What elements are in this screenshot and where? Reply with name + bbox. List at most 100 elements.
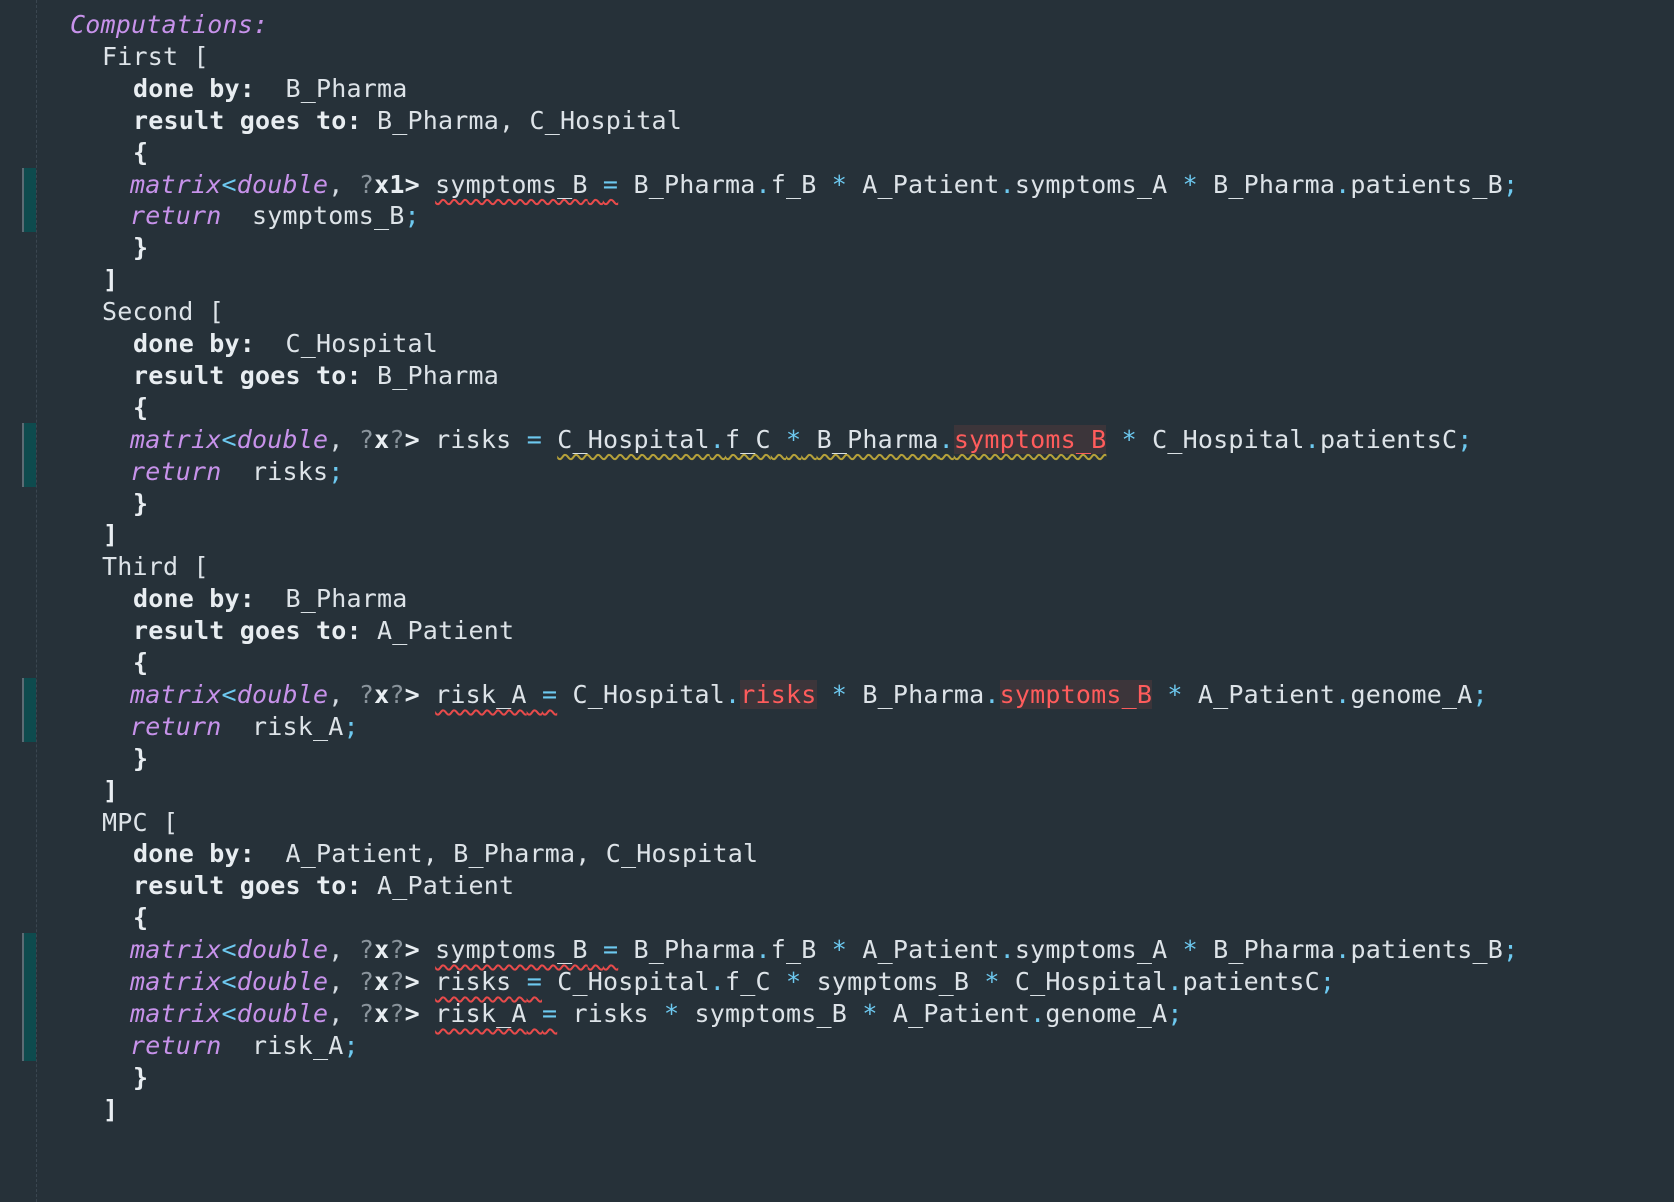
return-line[interactable]: return risk_A;: [130, 1029, 359, 1063]
punct-token: ?: [389, 967, 405, 996]
statement-line[interactable]: matrix<double, ?x?> risk_A = C_Hospital.…: [130, 678, 1488, 712]
done-by-label: done by:: [133, 329, 256, 358]
operator: .: [1030, 998, 1046, 1028]
block-header[interactable]: MPC [: [102, 806, 178, 840]
done-by-line[interactable]: done by: B_Pharma: [133, 582, 408, 616]
punct-token: ,: [328, 424, 344, 454]
operator: *: [664, 998, 680, 1028]
code-editor[interactable]: Computations: First [done by: B_Pharma res…: [0, 0, 1674, 1202]
operator: .: [1335, 679, 1351, 709]
open-brace-line[interactable]: {: [133, 901, 148, 935]
operator: =: [526, 967, 542, 996]
statement-line[interactable]: matrix<double, ?x?> risks = C_Hospital.f…: [130, 965, 1335, 999]
close-bracket-line[interactable]: ]: [103, 263, 118, 297]
block-name: Second [: [102, 297, 225, 327]
section-header[interactable]: Computations:: [70, 8, 268, 42]
return-line[interactable]: return risk_A;: [130, 710, 359, 744]
punct-token: [969, 967, 984, 996]
punct-token: ?: [358, 967, 375, 996]
punct-token: ?: [358, 935, 375, 965]
statement-line[interactable]: matrix<double, ?x?> risk_A = risks * sym…: [130, 997, 1183, 1031]
done-by-line[interactable]: done by: B_Pharma: [133, 72, 408, 106]
punct-token: [344, 680, 359, 709]
statement-line[interactable]: matrix<double, ?x1> symptoms_B = B_Pharm…: [130, 168, 1518, 202]
identifier: symptoms_B: [435, 935, 588, 965]
block-header[interactable]: Second [: [102, 295, 224, 329]
open-brace: {: [133, 903, 149, 933]
type-keyword: double: [236, 998, 329, 1028]
identifier: risk_A: [435, 679, 527, 709]
punct-token: [801, 967, 816, 996]
punct-token: [420, 170, 435, 199]
result-goes-to-value: B_Pharma: [361, 360, 500, 390]
punct-token: ?: [389, 935, 405, 965]
statement-line[interactable]: matrix<double, ?x?> symptoms_B = B_Pharm…: [130, 933, 1518, 967]
operator: .: [984, 679, 1000, 709]
punct-token: [344, 999, 359, 1028]
punct-token: ?: [389, 679, 405, 709]
result-goes-to-line[interactable]: result goes to: B_Pharma, C_Hospital: [133, 104, 682, 138]
block-header[interactable]: First [: [102, 40, 209, 74]
return-line[interactable]: return symptoms_B;: [130, 199, 420, 233]
done-by-line[interactable]: done by: C_Hospital: [133, 327, 438, 361]
operator: =: [526, 424, 542, 454]
open-brace: {: [133, 648, 149, 677]
done-by-label: done by:: [133, 584, 256, 614]
punct-token: [801, 425, 816, 454]
return-keyword: return: [130, 201, 222, 231]
return-value: symptoms_B: [221, 201, 405, 231]
close-bracket-line[interactable]: ]: [103, 1093, 118, 1127]
operator: .: [709, 424, 725, 454]
punct-token: [511, 425, 526, 454]
identifier: C_Hospital: [557, 967, 710, 996]
close-brace-line[interactable]: }: [133, 487, 148, 521]
result-goes-to-line[interactable]: result goes to: B_Pharma: [133, 359, 499, 393]
result-goes-to-line[interactable]: result goes to: A_Patient: [133, 869, 514, 903]
punct-token: [1000, 967, 1015, 996]
punct-token: [847, 170, 862, 199]
punct-token: [420, 967, 435, 996]
punct-token: <: [221, 935, 237, 965]
return-value: risks: [221, 456, 329, 486]
punct-token: [557, 999, 572, 1028]
identifier: B_Pharma: [1213, 935, 1336, 965]
punct-token: [344, 935, 359, 964]
punct-token: [817, 935, 832, 964]
close-brace-line[interactable]: }: [133, 1061, 148, 1095]
identifier: C_Hospital: [1014, 967, 1168, 996]
identifier: symptoms_B: [816, 967, 970, 996]
identifier: B_Pharma: [862, 679, 985, 709]
close-brace: }: [133, 488, 149, 518]
close-brace-line[interactable]: }: [133, 742, 148, 776]
identifier: A_Patient: [862, 935, 1000, 965]
punct-token: <: [221, 967, 237, 996]
identifier: f_C: [725, 967, 771, 996]
return-keyword: return: [130, 1030, 222, 1060]
statement-line[interactable]: matrix<double, ?x?> risks = C_Hospital.f…: [130, 423, 1472, 457]
done-by-line[interactable]: done by: A_Patient, B_Pharma, C_Hospital: [133, 837, 758, 871]
result-goes-to-value: B_Pharma, C_Hospital: [361, 105, 683, 135]
operator: ;: [1472, 679, 1488, 709]
identifier: B_Pharma: [633, 169, 756, 199]
operator: .: [724, 679, 741, 709]
punct-token: [771, 425, 786, 454]
open-brace-line[interactable]: {: [133, 646, 148, 680]
block-header[interactable]: Third [: [102, 550, 209, 584]
code-token: x: [374, 679, 390, 709]
close-brace-line[interactable]: }: [133, 231, 148, 265]
identifier: symptoms_A: [1014, 169, 1168, 199]
identifier: symptoms_B: [694, 998, 848, 1028]
operator: =: [602, 169, 619, 199]
operator: ;: [343, 711, 359, 741]
punct-token: ?: [389, 998, 405, 1028]
operator: ;: [1502, 169, 1519, 199]
punct-token: ?: [358, 169, 375, 199]
open-brace-line[interactable]: {: [133, 391, 148, 425]
identifier: symptoms_A: [1014, 935, 1168, 965]
done-by-value: C_Hospital: [255, 329, 439, 358]
open-brace-line[interactable]: {: [133, 136, 148, 170]
result-goes-to-line[interactable]: result goes to: A_Patient: [133, 614, 514, 648]
return-line[interactable]: return risks;: [130, 455, 344, 489]
close-bracket-line[interactable]: ]: [103, 774, 118, 808]
close-bracket-line[interactable]: ]: [103, 518, 118, 552]
